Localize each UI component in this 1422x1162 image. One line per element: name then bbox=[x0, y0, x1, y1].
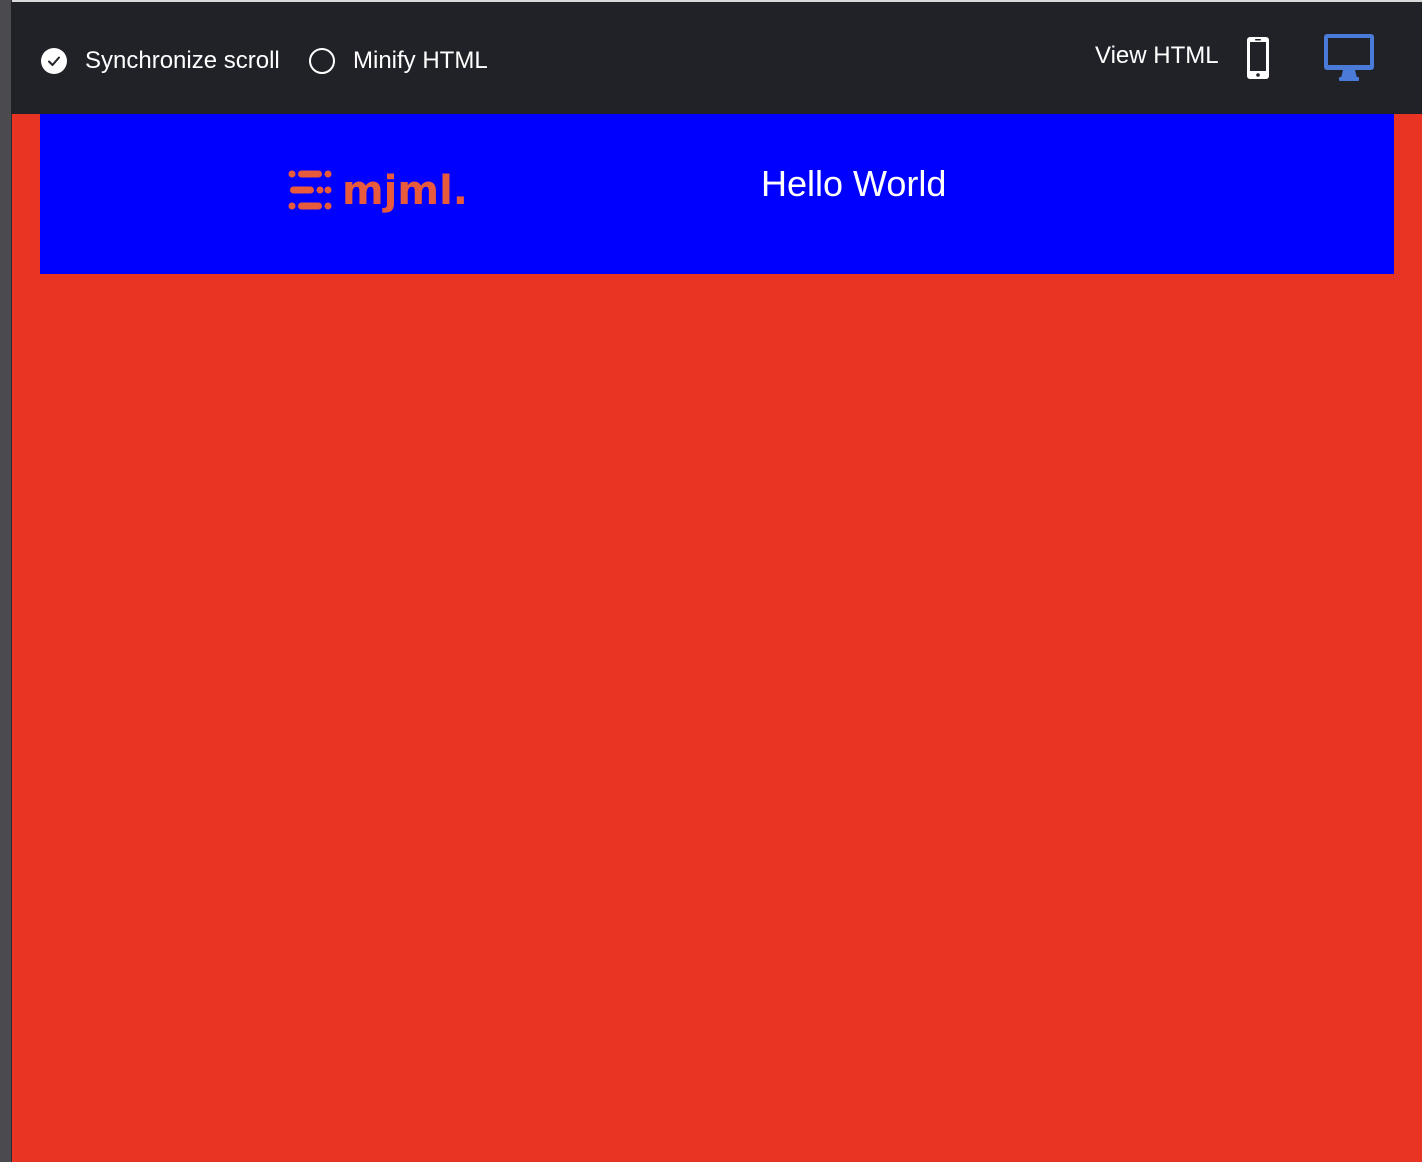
app-window: Synchronize scroll Minify HTML View HTML bbox=[0, 0, 1422, 1162]
panel-divider[interactable] bbox=[0, 0, 12, 1162]
mobile-phone-icon bbox=[1247, 37, 1269, 79]
svg-text:mjml.: mjml. bbox=[342, 168, 468, 214]
minify-html-option[interactable]: Minify HTML bbox=[309, 45, 488, 77]
synchronize-scroll-label: Synchronize scroll bbox=[85, 47, 280, 74]
synchronize-scroll-option[interactable]: Synchronize scroll bbox=[41, 45, 280, 77]
mjml-logo: mjml. bbox=[288, 168, 468, 214]
desktop-monitor-icon bbox=[1324, 34, 1374, 81]
email-hero-section: mjml. Hello World bbox=[40, 114, 1394, 274]
preview-toolbar: Synchronize scroll Minify HTML View HTML bbox=[11, 2, 1422, 114]
view-html-button[interactable]: View HTML bbox=[1095, 40, 1219, 72]
mobile-view-button[interactable] bbox=[1245, 36, 1271, 80]
minify-html-label: Minify HTML bbox=[353, 47, 488, 74]
hello-world-heading: Hello World bbox=[761, 163, 947, 204]
desktop-view-button[interactable] bbox=[1323, 32, 1375, 84]
radio-empty-icon[interactable] bbox=[309, 48, 335, 74]
checkmark-icon[interactable] bbox=[41, 48, 67, 74]
